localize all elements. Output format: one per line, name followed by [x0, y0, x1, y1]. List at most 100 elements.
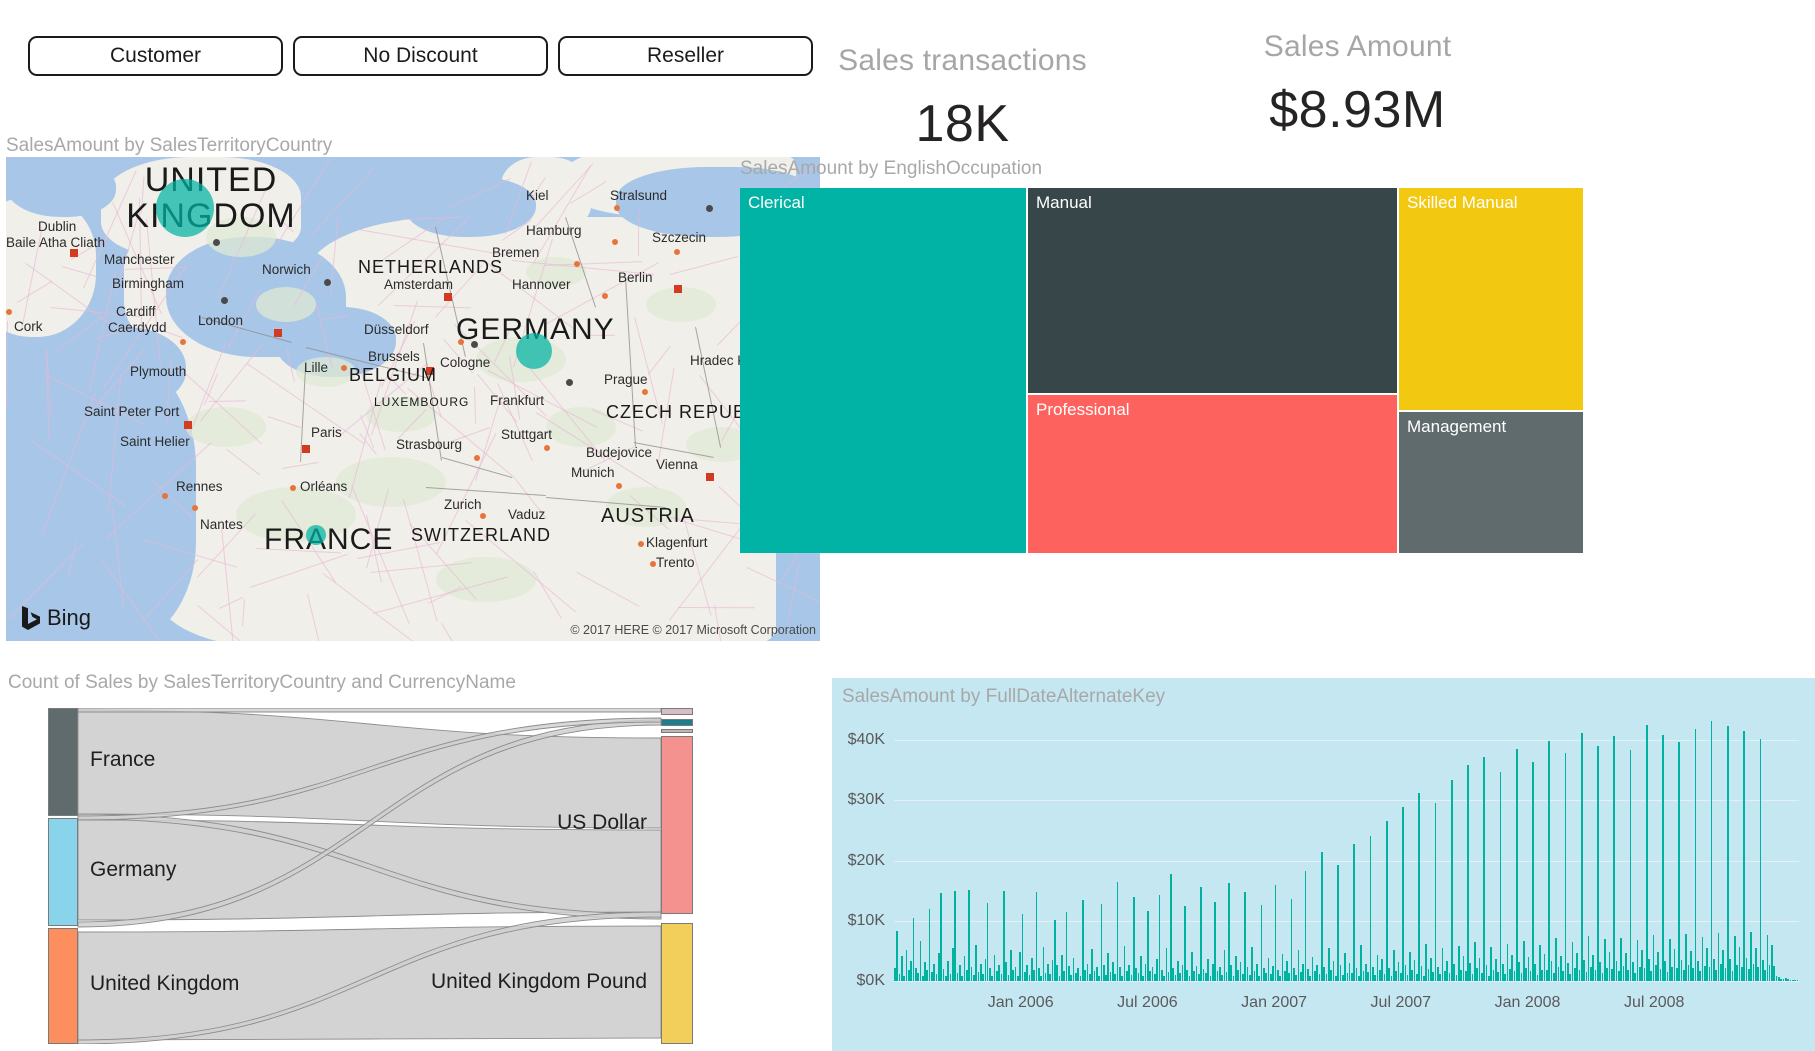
sankey-node-sliver[interactable] — [661, 708, 693, 715]
bar[interactable] — [1467, 765, 1469, 981]
slicer-reseller[interactable]: Reseller — [558, 36, 813, 76]
map-city-label: Norwich — [262, 262, 311, 277]
sankey-node-france[interactable] — [48, 708, 78, 816]
sankey-node-sliver[interactable] — [661, 719, 693, 726]
map-city-label: Hannover — [512, 277, 571, 292]
bar[interactable] — [1759, 738, 1762, 981]
map-bubble-united-kingdom[interactable] — [156, 179, 214, 237]
bar[interactable] — [1483, 756, 1486, 981]
map-country-label: NETHERLANDS — [358, 257, 504, 277]
map-city-marker — [544, 445, 550, 451]
bing-logo[interactable]: Bing — [20, 605, 91, 631]
bar[interactable] — [1418, 793, 1421, 981]
treemap-visual[interactable]: SalesAmount by EnglishOccupation Clerica… — [738, 158, 1810, 553]
bar[interactable] — [1320, 851, 1323, 981]
bar[interactable] — [1158, 895, 1161, 981]
map-city-label: Rennes — [176, 479, 223, 494]
bar[interactable] — [1645, 725, 1648, 981]
map-city-label: Amsterdam — [384, 277, 454, 292]
map-city-label: Hamburg — [526, 223, 582, 238]
bar-chart-plot-area[interactable]: $0K $10K $20K $30K $40K Jan 2006 Jul 2006 Jan … — [848, 716, 1799, 1011]
map-city-marker — [612, 239, 618, 245]
bar[interactable] — [1385, 821, 1388, 981]
map-bubble-germany[interactable] — [516, 333, 552, 369]
bar[interactable] — [928, 909, 931, 981]
treemap-tile-clerical[interactable]: Clerical — [740, 188, 1026, 553]
bar[interactable] — [1629, 749, 1632, 981]
bar[interactable] — [1434, 802, 1437, 981]
map-city-marker — [674, 285, 682, 293]
bar[interactable] — [1710, 721, 1713, 981]
bar[interactable] — [1304, 870, 1307, 981]
map-canvas[interactable]: Dublin Baile Atha Cliath Cork Manchester Bir… — [6, 157, 820, 641]
map-city-marker — [602, 293, 608, 299]
bar[interactable] — [1402, 806, 1404, 981]
treemap-tile-skilled-manual[interactable]: Skilled Manual — [1399, 188, 1583, 410]
treemap-tile-professional[interactable]: Professional — [1028, 395, 1397, 553]
bar[interactable] — [1743, 731, 1745, 981]
sankey-node-united-kingdom[interactable] — [48, 928, 78, 1044]
bar[interactable] — [954, 890, 956, 981]
bar[interactable] — [1678, 741, 1680, 981]
map-city-marker — [674, 249, 680, 255]
bar[interactable] — [1081, 900, 1084, 981]
map-visual[interactable]: SalesAmount by SalesTerritoryCountry Dub… — [6, 135, 820, 641]
map-city-label: Plymouth — [130, 364, 187, 379]
bar[interactable] — [1613, 736, 1615, 981]
x-axis-tick-label: Jan 2007 — [1241, 994, 1308, 1011]
sankey-node-label: US Dollar — [557, 811, 647, 834]
bar[interactable] — [1353, 843, 1356, 981]
sankey-node-germany[interactable] — [48, 818, 78, 926]
slicer-customer[interactable]: Customer — [28, 36, 283, 76]
map-bubble-france[interactable] — [306, 525, 326, 545]
bar[interactable] — [1499, 772, 1502, 981]
bar[interactable] — [1450, 779, 1453, 981]
kpi-card-sales-transactions[interactable]: Sales transactions 18K — [830, 44, 1095, 154]
bar[interactable] — [940, 893, 943, 981]
treemap-tile-label: Manual — [1036, 193, 1092, 212]
bar[interactable] — [1727, 726, 1729, 981]
treemap-tile-manual[interactable]: Manual — [1028, 188, 1397, 393]
bar[interactable] — [1200, 887, 1202, 981]
bar[interactable] — [1662, 734, 1664, 981]
bar[interactable] — [1694, 729, 1697, 981]
bar-chart-visual[interactable]: SalesAmount by FullDateAlternateKey $0K $… — [832, 678, 1815, 1051]
sankey-link[interactable] — [77, 708, 662, 713]
bar[interactable] — [1274, 885, 1277, 981]
bar[interactable] — [1214, 902, 1216, 981]
sankey-visual[interactable]: Count of Sales by SalesTerritoryCountry … — [6, 672, 818, 1044]
slicer-no-discount[interactable]: No Discount — [293, 36, 548, 76]
bar[interactable] — [1597, 745, 1599, 981]
bar[interactable] — [1532, 762, 1534, 981]
treemap-tile-label: Clerical — [748, 193, 805, 212]
sankey-node-label: United Kingdom Pound — [431, 969, 647, 993]
bar[interactable] — [1021, 913, 1024, 981]
map-city-label: Trento — [656, 555, 695, 570]
bar[interactable] — [1548, 741, 1551, 981]
treemap-tile-management[interactable]: Management — [1399, 412, 1583, 553]
map-country-label: FRANCE — [264, 523, 394, 556]
sankey-node-united-kingdom-pound[interactable] — [661, 923, 693, 1044]
map-city-label: Nantes — [200, 517, 243, 532]
map-city-label: Strasbourg — [396, 437, 463, 452]
bar[interactable] — [1796, 980, 1799, 981]
bar[interactable] — [1369, 835, 1372, 981]
treemap-canvas[interactable]: Clerical Manual Professional Skilled Manual… — [740, 188, 1810, 553]
bar[interactable] — [1564, 752, 1567, 981]
map-city-label: Saint Peter Port — [84, 404, 180, 419]
bar[interactable] — [1170, 873, 1172, 981]
bar[interactable] — [1515, 748, 1518, 981]
kpi-card-sales-amount[interactable]: Sales Amount $8.93M — [1225, 30, 1490, 140]
map-country-label: BELGIUM — [349, 365, 438, 385]
sankey-node-sliver[interactable] — [661, 729, 693, 733]
map-city-label: Vaduz — [508, 507, 546, 522]
vegetation-patch — [256, 287, 316, 322]
bar[interactable] — [1337, 865, 1339, 981]
bar[interactable] — [1116, 881, 1119, 981]
sankey-node-us-dollar[interactable] — [661, 736, 693, 914]
map-city-marker — [6, 309, 12, 315]
kpi-value-sales-amount: $8.93M — [1269, 81, 1446, 139]
bar[interactable] — [1580, 732, 1583, 981]
map-city-label: Munich — [571, 465, 615, 480]
sankey-canvas[interactable]: France Germany United Kingdom US Dollar Unit… — [6, 708, 818, 1044]
